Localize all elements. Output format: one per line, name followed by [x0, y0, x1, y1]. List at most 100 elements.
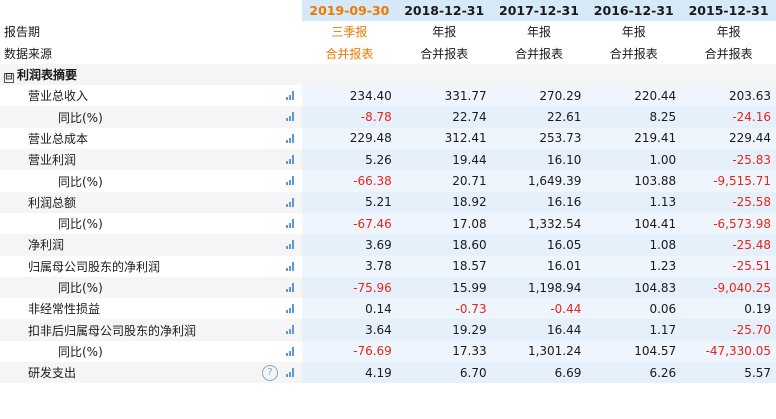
row-label-text: 净利润: [28, 238, 65, 253]
bar-chart-icon[interactable]: [286, 261, 296, 271]
header-corner: [0, 0, 302, 22]
value-cell: 104.41: [586, 212, 682, 235]
data-source-value: 合并报表: [396, 42, 492, 64]
value-cell: -24.16: [681, 106, 776, 128]
table-row: 非经常性损益 0.14 -0.73 -0.44 0.06 0.19: [0, 298, 776, 320]
row-label-text: 同比(%): [58, 174, 103, 189]
table-row: 净利润 3.69 18.60 16.05 1.08 -25.48: [0, 234, 776, 256]
value-cell: 16.01: [491, 255, 587, 277]
value-cell: 1,198.94: [491, 276, 587, 299]
value-cell: 3.78: [302, 255, 397, 277]
bar-chart-icon[interactable]: [286, 133, 296, 143]
data-source-value: 合并报表: [586, 42, 682, 64]
value-cell: 20.71: [396, 170, 492, 192]
bar-chart-icon[interactable]: [286, 197, 296, 207]
bar-chart-icon[interactable]: [286, 325, 296, 335]
bar-chart-icon[interactable]: [286, 176, 296, 186]
value-cell: 19.44: [396, 149, 492, 171]
row-label-text: 利润总额: [28, 195, 77, 210]
value-cell: -47,330.05: [681, 340, 776, 363]
section-header[interactable]: ⊟ 利润表摘要: [0, 63, 302, 86]
column-date[interactable]: 2015-12-31: [681, 0, 776, 22]
data-source-row: 数据来源 合并报表 合并报表 合并报表 合并报表 合并报表: [0, 42, 776, 64]
bar-chart-icon[interactable]: [286, 282, 296, 292]
income-statement-table: 2019-09-30 2018-12-31 2017-12-31 2016-12…: [0, 0, 776, 384]
section-spacer: [681, 63, 776, 86]
value-cell: 234.40: [302, 85, 397, 107]
section-header-row[interactable]: ⊟ 利润表摘要: [0, 63, 776, 86]
row-label: 营业总成本: [0, 127, 302, 150]
value-cell: 16.10: [491, 149, 587, 171]
collapse-toggle-icon[interactable]: ⊟: [4, 73, 14, 84]
value-cell: 17.08: [396, 212, 492, 235]
section-spacer: [396, 63, 492, 86]
section-title: 利润表摘要: [17, 68, 78, 83]
value-cell: 1,301.24: [491, 340, 587, 363]
section-spacer: [491, 63, 587, 86]
bar-chart-icon[interactable]: [286, 368, 296, 378]
row-label-text: 研发支出: [28, 366, 77, 381]
bar-chart-icon[interactable]: [286, 91, 296, 101]
table-row: 营业总收入 234.40 331.77 270.29 220.44 203.63: [0, 85, 776, 107]
row-label-text: 非经常性损益: [28, 302, 101, 317]
value-cell: -25.58: [681, 191, 776, 213]
value-cell: 229.44: [681, 127, 776, 150]
value-cell: 3.69: [302, 234, 397, 256]
bar-chart-icon[interactable]: [286, 240, 296, 250]
row-label-text: 同比(%): [58, 281, 103, 295]
value-cell: -8.78: [302, 106, 397, 128]
value-cell: 104.83: [586, 276, 682, 299]
row-label: 同比(%): [0, 276, 302, 299]
value-cell: 104.57: [586, 340, 682, 363]
value-cell: 17.33: [396, 340, 492, 363]
row-label: 同比(%): [0, 340, 302, 363]
value-cell: 8.25: [586, 106, 682, 128]
report-period-value: 年报: [491, 21, 587, 43]
value-cell: 5.57: [681, 362, 776, 384]
report-period-value: 年报: [681, 21, 776, 43]
row-label: 净利润: [0, 234, 302, 256]
table-row: 营业利润 5.26 19.44 16.10 1.00 -25.83: [0, 149, 776, 171]
row-label: 同比(%): [0, 212, 302, 235]
bar-chart-icon[interactable]: [286, 155, 296, 165]
value-cell: -9,515.71: [681, 170, 776, 192]
value-cell: 103.88: [586, 170, 682, 192]
column-date[interactable]: 2016-12-31: [586, 0, 682, 22]
row-label-text: 扣非后归属母公司股东的净利润: [28, 323, 197, 338]
value-cell: 1.08: [586, 234, 682, 256]
value-cell: 18.60: [396, 234, 492, 256]
table-row: 利润总额 5.21 18.92 16.16 1.13 -25.58: [0, 191, 776, 213]
table-row: 同比(%) -67.46 17.08 1,332.54 104.41 -6,573.98: [0, 212, 776, 235]
row-label: 营业利润: [0, 149, 302, 171]
bar-chart-icon[interactable]: [286, 346, 296, 356]
value-cell: 220.44: [586, 85, 682, 107]
value-cell: -76.69: [302, 340, 397, 363]
report-period-label: 报告期: [0, 21, 302, 43]
row-label: 营业总收入: [0, 85, 302, 107]
bar-chart-icon[interactable]: [286, 304, 296, 314]
table-row: 研发支出? 4.19 6.70 6.69 6.26 5.57: [0, 362, 776, 384]
bar-chart-icon[interactable]: [286, 112, 296, 122]
table-row: 扣非后归属母公司股东的净利润 3.64 19.29 16.44 1.17 -25.70: [0, 319, 776, 341]
value-cell: 6.26: [586, 362, 682, 384]
column-date[interactable]: 2017-12-31: [491, 0, 587, 22]
value-cell: -75.96: [302, 276, 397, 299]
column-date[interactable]: 2018-12-31: [396, 0, 492, 22]
value-cell: -25.48: [681, 234, 776, 256]
column-date[interactable]: 2019-09-30: [302, 0, 397, 22]
value-cell: 16.16: [491, 191, 587, 213]
table-row: 同比(%) -66.38 20.71 1,649.39 103.88 -9,515.71: [0, 170, 776, 192]
value-cell: 15.99: [396, 276, 492, 299]
row-label-text: 营业总收入: [28, 89, 89, 104]
value-cell: 6.69: [491, 362, 587, 384]
value-cell: 1.13: [586, 191, 682, 213]
value-cell: 16.05: [491, 234, 587, 256]
bar-chart-icon[interactable]: [286, 218, 296, 228]
value-cell: 0.06: [586, 298, 682, 320]
value-cell: 1,332.54: [491, 212, 587, 235]
section-spacer: [586, 63, 682, 86]
help-icon[interactable]: ?: [262, 365, 278, 382]
value-cell: 4.19: [302, 362, 397, 384]
row-label: 利润总额: [0, 191, 302, 213]
table-row: 营业总成本 229.48 312.41 253.73 219.41 229.44: [0, 127, 776, 150]
